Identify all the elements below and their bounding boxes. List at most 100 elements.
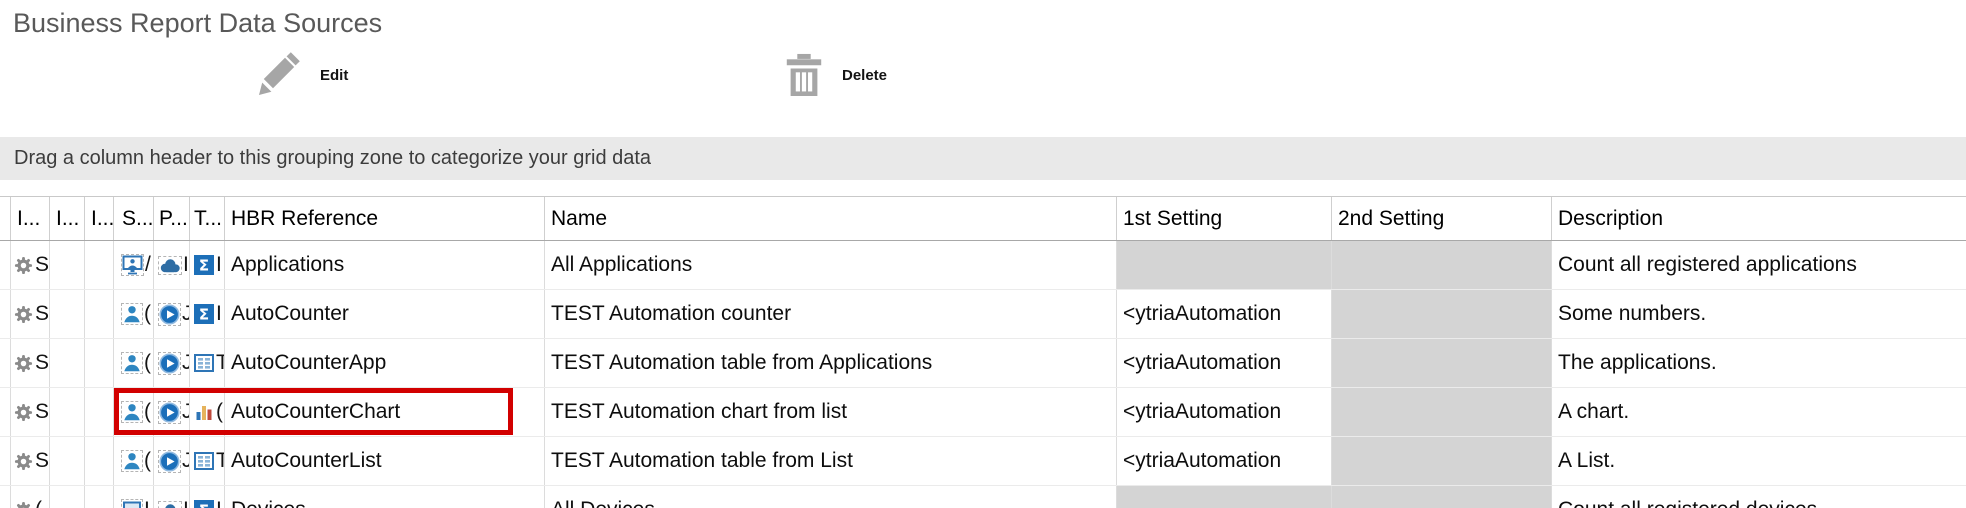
cell-process[interactable]: I: [154, 241, 190, 289]
cell-script[interactable]: (: [11, 486, 50, 508]
cell-2nd-setting[interactable]: [1332, 486, 1552, 508]
cell-name[interactable]: All Devices: [545, 486, 1117, 508]
cell-i3[interactable]: [85, 388, 114, 436]
column-header-s[interactable]: S...: [114, 197, 154, 240]
cell-source[interactable]: I: [114, 486, 154, 508]
table-row[interactable]: S /IΣIApplicationsAll Applications Count a…: [0, 241, 1966, 290]
cell-process[interactable]: J: [154, 339, 190, 387]
cell-2nd-setting[interactable]: [1332, 241, 1552, 289]
cell-hbr-reference[interactable]: AutoCounter: [225, 290, 545, 338]
cell-i3[interactable]: [85, 486, 114, 508]
cell-i2[interactable]: [50, 437, 85, 485]
cell-script[interactable]: S: [11, 241, 50, 289]
cell-process[interactable]: J: [154, 290, 190, 338]
cell-name[interactable]: All Applications: [545, 241, 1117, 289]
cell-description[interactable]: The applications.: [1552, 339, 1966, 387]
cell-i2[interactable]: [50, 241, 85, 289]
table-row[interactable]: S (JTAutoCounterAppTEST Automation table …: [0, 339, 1966, 388]
grouping-zone[interactable]: Drag a column header to this grouping zo…: [0, 137, 1966, 180]
cell-hbr-reference[interactable]: Devices: [225, 486, 545, 508]
cell-script[interactable]: S: [11, 388, 50, 436]
cell-name[interactable]: TEST Automation counter: [545, 290, 1117, 338]
cell-source[interactable]: /: [114, 241, 154, 289]
cell-type[interactable]: ΣI: [190, 290, 225, 338]
sigma-icon: Σ: [194, 255, 214, 275]
cell-hbr-reference[interactable]: AutoCounterChart: [225, 388, 545, 436]
cell-i3[interactable]: [85, 290, 114, 338]
edit-button-label: Edit: [320, 67, 348, 84]
column-header-description[interactable]: Description: [1552, 197, 1966, 240]
edit-button[interactable]: Edit: [258, 48, 348, 102]
column-header-i-2[interactable]: I...: [50, 197, 85, 240]
cell-source[interactable]: (: [114, 339, 154, 387]
gear-icon: [14, 452, 33, 471]
cell-description[interactable]: Some numbers.: [1552, 290, 1966, 338]
column-header-name[interactable]: Name: [545, 197, 1117, 240]
cell-1st-setting[interactable]: [1117, 486, 1332, 508]
cell-i3[interactable]: [85, 241, 114, 289]
cell-name[interactable]: TEST Automation chart from list: [545, 388, 1117, 436]
table-row[interactable]: S (JTAutoCounterListTEST Automation table…: [0, 437, 1966, 486]
cell-i2[interactable]: [50, 388, 85, 436]
cell-name[interactable]: TEST Automation table from List: [545, 437, 1117, 485]
grid-body: S/IΣIApplicationsAll ApplicationsCount a…: [0, 241, 1966, 508]
cell-source[interactable]: (: [114, 437, 154, 485]
cell-i2[interactable]: [50, 486, 85, 508]
cell-process[interactable]: J: [154, 388, 190, 436]
cell-script[interactable]: S: [11, 290, 50, 338]
cell-i2[interactable]: [50, 339, 85, 387]
column-header-1st-setting[interactable]: 1st Setting: [1117, 197, 1332, 240]
cell-source[interactable]: (: [114, 290, 154, 338]
cell-type[interactable]: T: [190, 437, 225, 485]
cell-hbr-reference[interactable]: Applications: [225, 241, 545, 289]
trash-icon: [782, 52, 826, 98]
table-row[interactable]: S(J(AutoCounterChartTEST Automation char…: [0, 388, 1966, 437]
cell-1st-setting[interactable]: <ytriaAutomation: [1117, 437, 1332, 485]
cell-i3[interactable]: [85, 339, 114, 387]
cell-process[interactable]: I: [154, 486, 190, 508]
cell-type[interactable]: (: [190, 388, 225, 436]
cell-description[interactable]: A chart.: [1552, 388, 1966, 436]
column-header-t[interactable]: T...: [190, 197, 225, 240]
cell-description[interactable]: A List.: [1552, 437, 1966, 485]
column-header-p[interactable]: P...: [154, 197, 190, 240]
cell-hbr-reference[interactable]: AutoCounterApp: [225, 339, 545, 387]
cell-name[interactable]: TEST Automation table from Applications: [545, 339, 1117, 387]
app-window: Business Report Data Sources Edit Delete…: [0, 0, 1966, 508]
cell-1st-setting[interactable]: <ytriaAutomation: [1117, 290, 1332, 338]
clipped-cell-text: (: [216, 400, 223, 424]
table-row[interactable]: (IIΣIDevicesAll DevicesCount all registe…: [0, 486, 1966, 508]
clipped-cell-text: (: [35, 498, 42, 508]
cell-1st-setting[interactable]: <ytriaAutomation: [1117, 339, 1332, 387]
cell-1st-setting[interactable]: <ytriaAutomation: [1117, 388, 1332, 436]
cell-type[interactable]: T: [190, 339, 225, 387]
cell-2nd-setting[interactable]: [1332, 437, 1552, 485]
clipped-cell-text: J: [182, 400, 190, 424]
cell-hbr-reference[interactable]: AutoCounterList: [225, 437, 545, 485]
cell-1st-setting[interactable]: [1117, 241, 1332, 289]
cell-script[interactable]: S: [11, 339, 50, 387]
cell-2nd-setting[interactable]: [1332, 388, 1552, 436]
cell-i3[interactable]: [85, 437, 114, 485]
cell-gutter: [0, 437, 11, 485]
cell-type[interactable]: ΣI: [190, 241, 225, 289]
cell-description[interactable]: Count all registered applications: [1552, 241, 1966, 289]
column-header-i-3[interactable]: I...: [85, 197, 114, 240]
clipped-cell-text: S: [35, 253, 49, 277]
cell-description[interactable]: Count all registered devices: [1552, 486, 1966, 508]
delete-button[interactable]: Delete: [782, 52, 887, 98]
cell-2nd-setting[interactable]: [1332, 290, 1552, 338]
cell-source[interactable]: (: [114, 388, 154, 436]
cell-2nd-setting[interactable]: [1332, 339, 1552, 387]
cell-gutter: [0, 290, 11, 338]
sigma-icon: Σ: [194, 500, 214, 508]
cell-process[interactable]: J: [154, 437, 190, 485]
table-row[interactable]: S (JΣIAutoCounterTEST Automation counter<…: [0, 290, 1966, 339]
person-icon: [122, 451, 142, 471]
cell-i2[interactable]: [50, 290, 85, 338]
column-header-hbr-reference[interactable]: HBR Reference: [225, 197, 545, 240]
cell-type[interactable]: ΣI: [190, 486, 225, 508]
cell-script[interactable]: S: [11, 437, 50, 485]
column-header-i-1[interactable]: I...: [11, 197, 50, 240]
column-header-2nd-setting[interactable]: 2nd Setting: [1332, 197, 1552, 240]
